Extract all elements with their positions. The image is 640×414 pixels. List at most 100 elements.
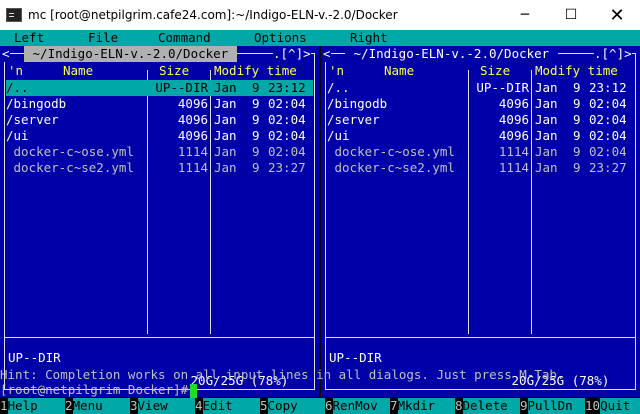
file-month: Jan xyxy=(535,144,558,159)
fkey-label: Delete xyxy=(462,398,520,414)
fkey-quit[interactable]: 10Quit xyxy=(585,398,640,414)
file-size: 4096 xyxy=(498,96,529,111)
file-month: Jan xyxy=(214,112,237,127)
column-header-modify-time[interactable]: Modify time xyxy=(214,63,297,79)
file-row[interactable]: /ui 4096 Jan 9 02:04 xyxy=(327,128,634,144)
file-day: 9 xyxy=(252,112,260,127)
fkey-copy[interactable]: 5Copy xyxy=(260,398,325,414)
right-file-panel[interactable]: < ~/Indigo-ELN-v.-2.0/Docker .[^]> 'n Na… xyxy=(321,46,640,397)
fkey-edit[interactable]: 4Edit xyxy=(195,398,260,414)
file-day: 9 xyxy=(252,160,260,175)
file-day: 9 xyxy=(573,112,581,127)
close-button[interactable]: ✕ xyxy=(594,0,640,30)
file-day: 9 xyxy=(573,160,581,175)
panel-corner-left[interactable]: < xyxy=(323,46,331,62)
file-size: UP--DIR xyxy=(476,80,529,95)
file-size: 1114 xyxy=(498,160,529,175)
menu-item-file[interactable]: File xyxy=(88,30,118,46)
fkey-number: 4 xyxy=(195,398,203,413)
fkey-label: View xyxy=(137,398,195,414)
hint-line: Hint: Completion works on all input line… xyxy=(0,367,565,382)
column-header-name[interactable]: Name xyxy=(384,63,414,79)
file-row[interactable]: /bingodb 4096 Jan 9 02:04 xyxy=(327,96,634,112)
column-header-name[interactable]: Name xyxy=(63,63,93,79)
column-header-size[interactable]: Size xyxy=(159,63,189,79)
file-day: 9 xyxy=(573,80,581,95)
file-row[interactable]: /.. UP--DIR Jan 9 23:12 xyxy=(327,80,634,96)
panel-path[interactable]: ~/Indigo-ELN-v.-2.0/Docker xyxy=(345,46,558,62)
column-header-sort[interactable]: 'n xyxy=(329,63,344,79)
column-header-sort[interactable]: 'n xyxy=(8,63,23,79)
fkey-number: 10 xyxy=(585,398,601,413)
fkey-view[interactable]: 3View xyxy=(130,398,195,414)
terminal-app-icon xyxy=(6,8,22,22)
file-row[interactable]: docker-c~se2.yml 1114 Jan 9 23:27 xyxy=(6,160,313,176)
file-time: 02:04 xyxy=(589,112,627,127)
file-month: Jan xyxy=(214,160,237,175)
file-time: 02:04 xyxy=(268,96,306,111)
left-file-panel[interactable]: < ~/Indigo-ELN-v.-2.0/Docker .[^]> 'n Na… xyxy=(0,46,319,397)
panel-corner-right[interactable]: .[^]> xyxy=(594,46,632,62)
file-time: 02:04 xyxy=(268,128,306,143)
minimize-button[interactable]: ─ xyxy=(502,0,548,30)
file-day: 9 xyxy=(252,128,260,143)
fkey-pulldn[interactable]: 9PullDn xyxy=(520,398,585,414)
fkey-label: Mkdir xyxy=(397,398,455,414)
fkey-label: Copy xyxy=(267,398,325,414)
file-month: Jan xyxy=(214,96,237,111)
file-row[interactable]: docker-c~ose.yml 1114 Jan 9 02:04 xyxy=(327,144,634,160)
fkey-number: 5 xyxy=(260,398,268,413)
file-size: 4096 xyxy=(177,96,208,111)
maximize-button[interactable]: ☐ xyxy=(548,0,594,30)
file-time: 02:04 xyxy=(268,112,306,127)
file-month: Jan xyxy=(214,80,237,95)
file-row[interactable]: docker-c~se2.yml 1114 Jan 9 23:27 xyxy=(327,160,634,176)
fkey-label: Help xyxy=(7,398,65,414)
file-day: 9 xyxy=(252,80,260,95)
function-key-bar: 1Help 2Menu 3View 4Edit 5Copy 6RenMov 7Mkdir 8D… xyxy=(0,398,640,414)
panel-path[interactable]: ~/Indigo-ELN-v.-2.0/Docker xyxy=(24,46,237,62)
panel-status: UP--DIR xyxy=(8,350,61,365)
file-size: 1114 xyxy=(177,144,208,159)
panel-status: UP--DIR xyxy=(329,350,382,365)
fkey-number: 1 xyxy=(0,398,8,413)
fkey-number: 9 xyxy=(520,398,528,413)
fkey-renmov[interactable]: 6RenMov xyxy=(325,398,390,414)
fkey-label: Edit xyxy=(202,398,260,414)
file-row[interactable]: /ui 4096 Jan 9 02:04 xyxy=(6,128,313,144)
panel-divider xyxy=(325,337,636,338)
fkey-number: 8 xyxy=(455,398,463,413)
file-size: 4096 xyxy=(498,112,529,127)
file-day: 9 xyxy=(573,144,581,159)
command-prompt[interactable]: [root@netpilgrim Docker]# xyxy=(0,382,640,398)
fkey-mkdir[interactable]: 7Mkdir xyxy=(390,398,455,414)
menu-item-command[interactable]: Command xyxy=(158,30,211,46)
text-cursor xyxy=(190,383,198,398)
file-time: 02:04 xyxy=(589,144,627,159)
file-day: 9 xyxy=(573,128,581,143)
file-size: UP--DIR xyxy=(155,80,208,95)
fkey-number: 7 xyxy=(390,398,398,413)
file-time: 02:04 xyxy=(268,144,306,159)
column-header-modify-time[interactable]: Modify time xyxy=(535,63,618,79)
file-row[interactable]: /.. UP--DIR Jan 9 23:12 xyxy=(6,80,313,96)
fkey-number: 2 xyxy=(65,398,73,413)
file-size: 4096 xyxy=(177,112,208,127)
file-time: 23:12 xyxy=(268,80,306,95)
menu-item-options[interactable]: Options xyxy=(254,30,307,46)
fkey-menu[interactable]: 2Menu xyxy=(65,398,130,414)
file-row[interactable]: docker-c~ose.yml 1114 Jan 9 02:04 xyxy=(6,144,313,160)
file-month: Jan xyxy=(535,160,558,175)
menu-item-left[interactable]: Left xyxy=(14,30,44,46)
file-row[interactable]: /server 4096 Jan 9 02:04 xyxy=(327,112,634,128)
file-day: 9 xyxy=(573,96,581,111)
menu-item-right[interactable]: Right xyxy=(350,30,388,46)
file-day: 9 xyxy=(252,144,260,159)
file-row[interactable]: /bingodb 4096 Jan 9 02:04 xyxy=(6,96,313,112)
column-header-size[interactable]: Size xyxy=(480,63,510,79)
file-row[interactable]: /server 4096 Jan 9 02:04 xyxy=(6,112,313,128)
panel-corner-right[interactable]: .[^]> xyxy=(273,46,311,62)
fkey-help[interactable]: 1Help xyxy=(0,398,65,414)
panel-corner-left[interactable]: < xyxy=(2,46,10,62)
fkey-delete[interactable]: 8Delete xyxy=(455,398,520,414)
